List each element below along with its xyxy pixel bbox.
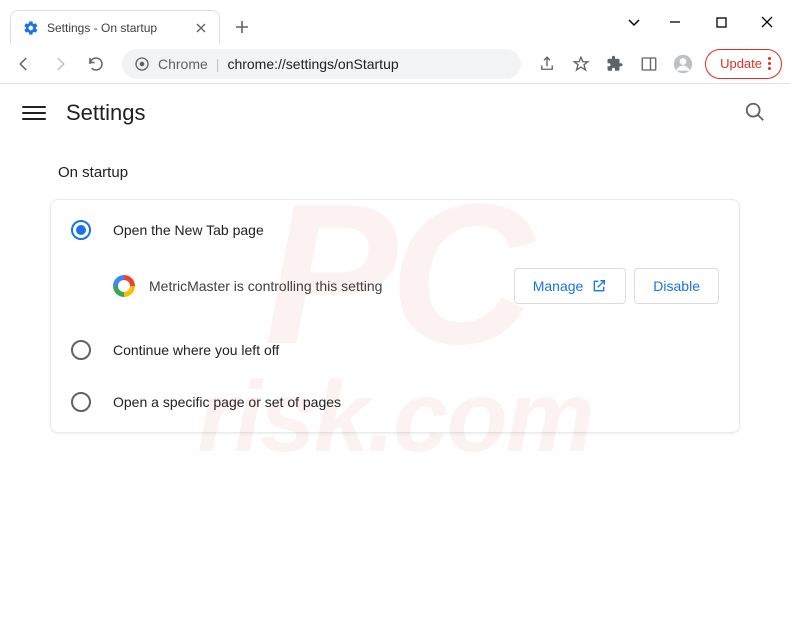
option-label: Continue where you left off bbox=[113, 342, 279, 358]
chrome-product-icon bbox=[134, 56, 150, 72]
new-tab-button[interactable] bbox=[228, 13, 256, 41]
window-controls bbox=[616, 0, 790, 44]
controlled-by-extension-row: MetricMaster is controlling this setting… bbox=[51, 256, 739, 324]
back-button[interactable] bbox=[8, 48, 40, 80]
option-label: Open a specific page or set of pages bbox=[113, 394, 341, 410]
profile-avatar-icon[interactable] bbox=[667, 48, 699, 80]
side-panel-icon[interactable] bbox=[633, 48, 665, 80]
page-title: Settings bbox=[66, 100, 146, 126]
option-label: Open the New Tab page bbox=[113, 222, 264, 238]
toolbar-actions: Update bbox=[531, 48, 782, 80]
section-title: On startup bbox=[58, 164, 740, 181]
manage-button[interactable]: Manage bbox=[514, 268, 627, 304]
update-button[interactable]: Update bbox=[705, 49, 782, 79]
url-prefix: Chrome bbox=[158, 56, 208, 72]
tabstrip: Settings - On startup bbox=[0, 0, 616, 44]
tab-title: Settings - On startup bbox=[47, 21, 185, 35]
extension-icon bbox=[113, 275, 135, 297]
radio-selected[interactable] bbox=[71, 220, 91, 240]
titlebar: Settings - On startup bbox=[0, 0, 790, 44]
settings-content: On startup Open the New Tab page MetricM… bbox=[0, 142, 790, 433]
address-bar[interactable]: Chrome | chrome://settings/onStartup bbox=[122, 49, 521, 79]
bookmark-star-icon[interactable] bbox=[565, 48, 597, 80]
tab-search-icon[interactable] bbox=[616, 2, 652, 42]
update-label: Update bbox=[720, 56, 762, 71]
startup-options-card: Open the New Tab page MetricMaster is co… bbox=[50, 199, 740, 433]
close-window-button[interactable] bbox=[744, 2, 790, 42]
open-external-icon bbox=[591, 278, 607, 294]
radio-unselected[interactable] bbox=[71, 340, 91, 360]
url-text: chrome://settings/onStartup bbox=[227, 56, 398, 72]
startup-option-specific-pages[interactable]: Open a specific page or set of pages bbox=[51, 376, 739, 428]
menu-hamburger-icon[interactable] bbox=[22, 101, 46, 125]
maximize-button[interactable] bbox=[698, 2, 744, 42]
url-separator: | bbox=[216, 56, 220, 72]
minimize-button[interactable] bbox=[652, 2, 698, 42]
toolbar: Chrome | chrome://settings/onStartup Upd… bbox=[0, 44, 790, 84]
disable-button[interactable]: Disable bbox=[634, 268, 719, 304]
extensions-puzzle-icon[interactable] bbox=[599, 48, 631, 80]
startup-option-new-tab[interactable]: Open the New Tab page bbox=[51, 204, 739, 256]
search-icon[interactable] bbox=[744, 101, 768, 125]
manage-label: Manage bbox=[533, 278, 584, 294]
controlled-by-text: MetricMaster is controlling this setting bbox=[149, 278, 500, 294]
radio-unselected[interactable] bbox=[71, 392, 91, 412]
settings-gear-icon bbox=[23, 20, 39, 36]
browser-tab[interactable]: Settings - On startup bbox=[10, 10, 220, 44]
share-icon[interactable] bbox=[531, 48, 563, 80]
startup-option-continue[interactable]: Continue where you left off bbox=[51, 324, 739, 376]
extension-actions: Manage Disable bbox=[514, 268, 719, 304]
kebab-menu-icon bbox=[768, 57, 771, 70]
disable-label: Disable bbox=[653, 278, 700, 294]
settings-header: Settings bbox=[0, 84, 790, 142]
forward-button[interactable] bbox=[44, 48, 76, 80]
close-tab-icon[interactable] bbox=[193, 20, 209, 36]
reload-button[interactable] bbox=[80, 48, 112, 80]
